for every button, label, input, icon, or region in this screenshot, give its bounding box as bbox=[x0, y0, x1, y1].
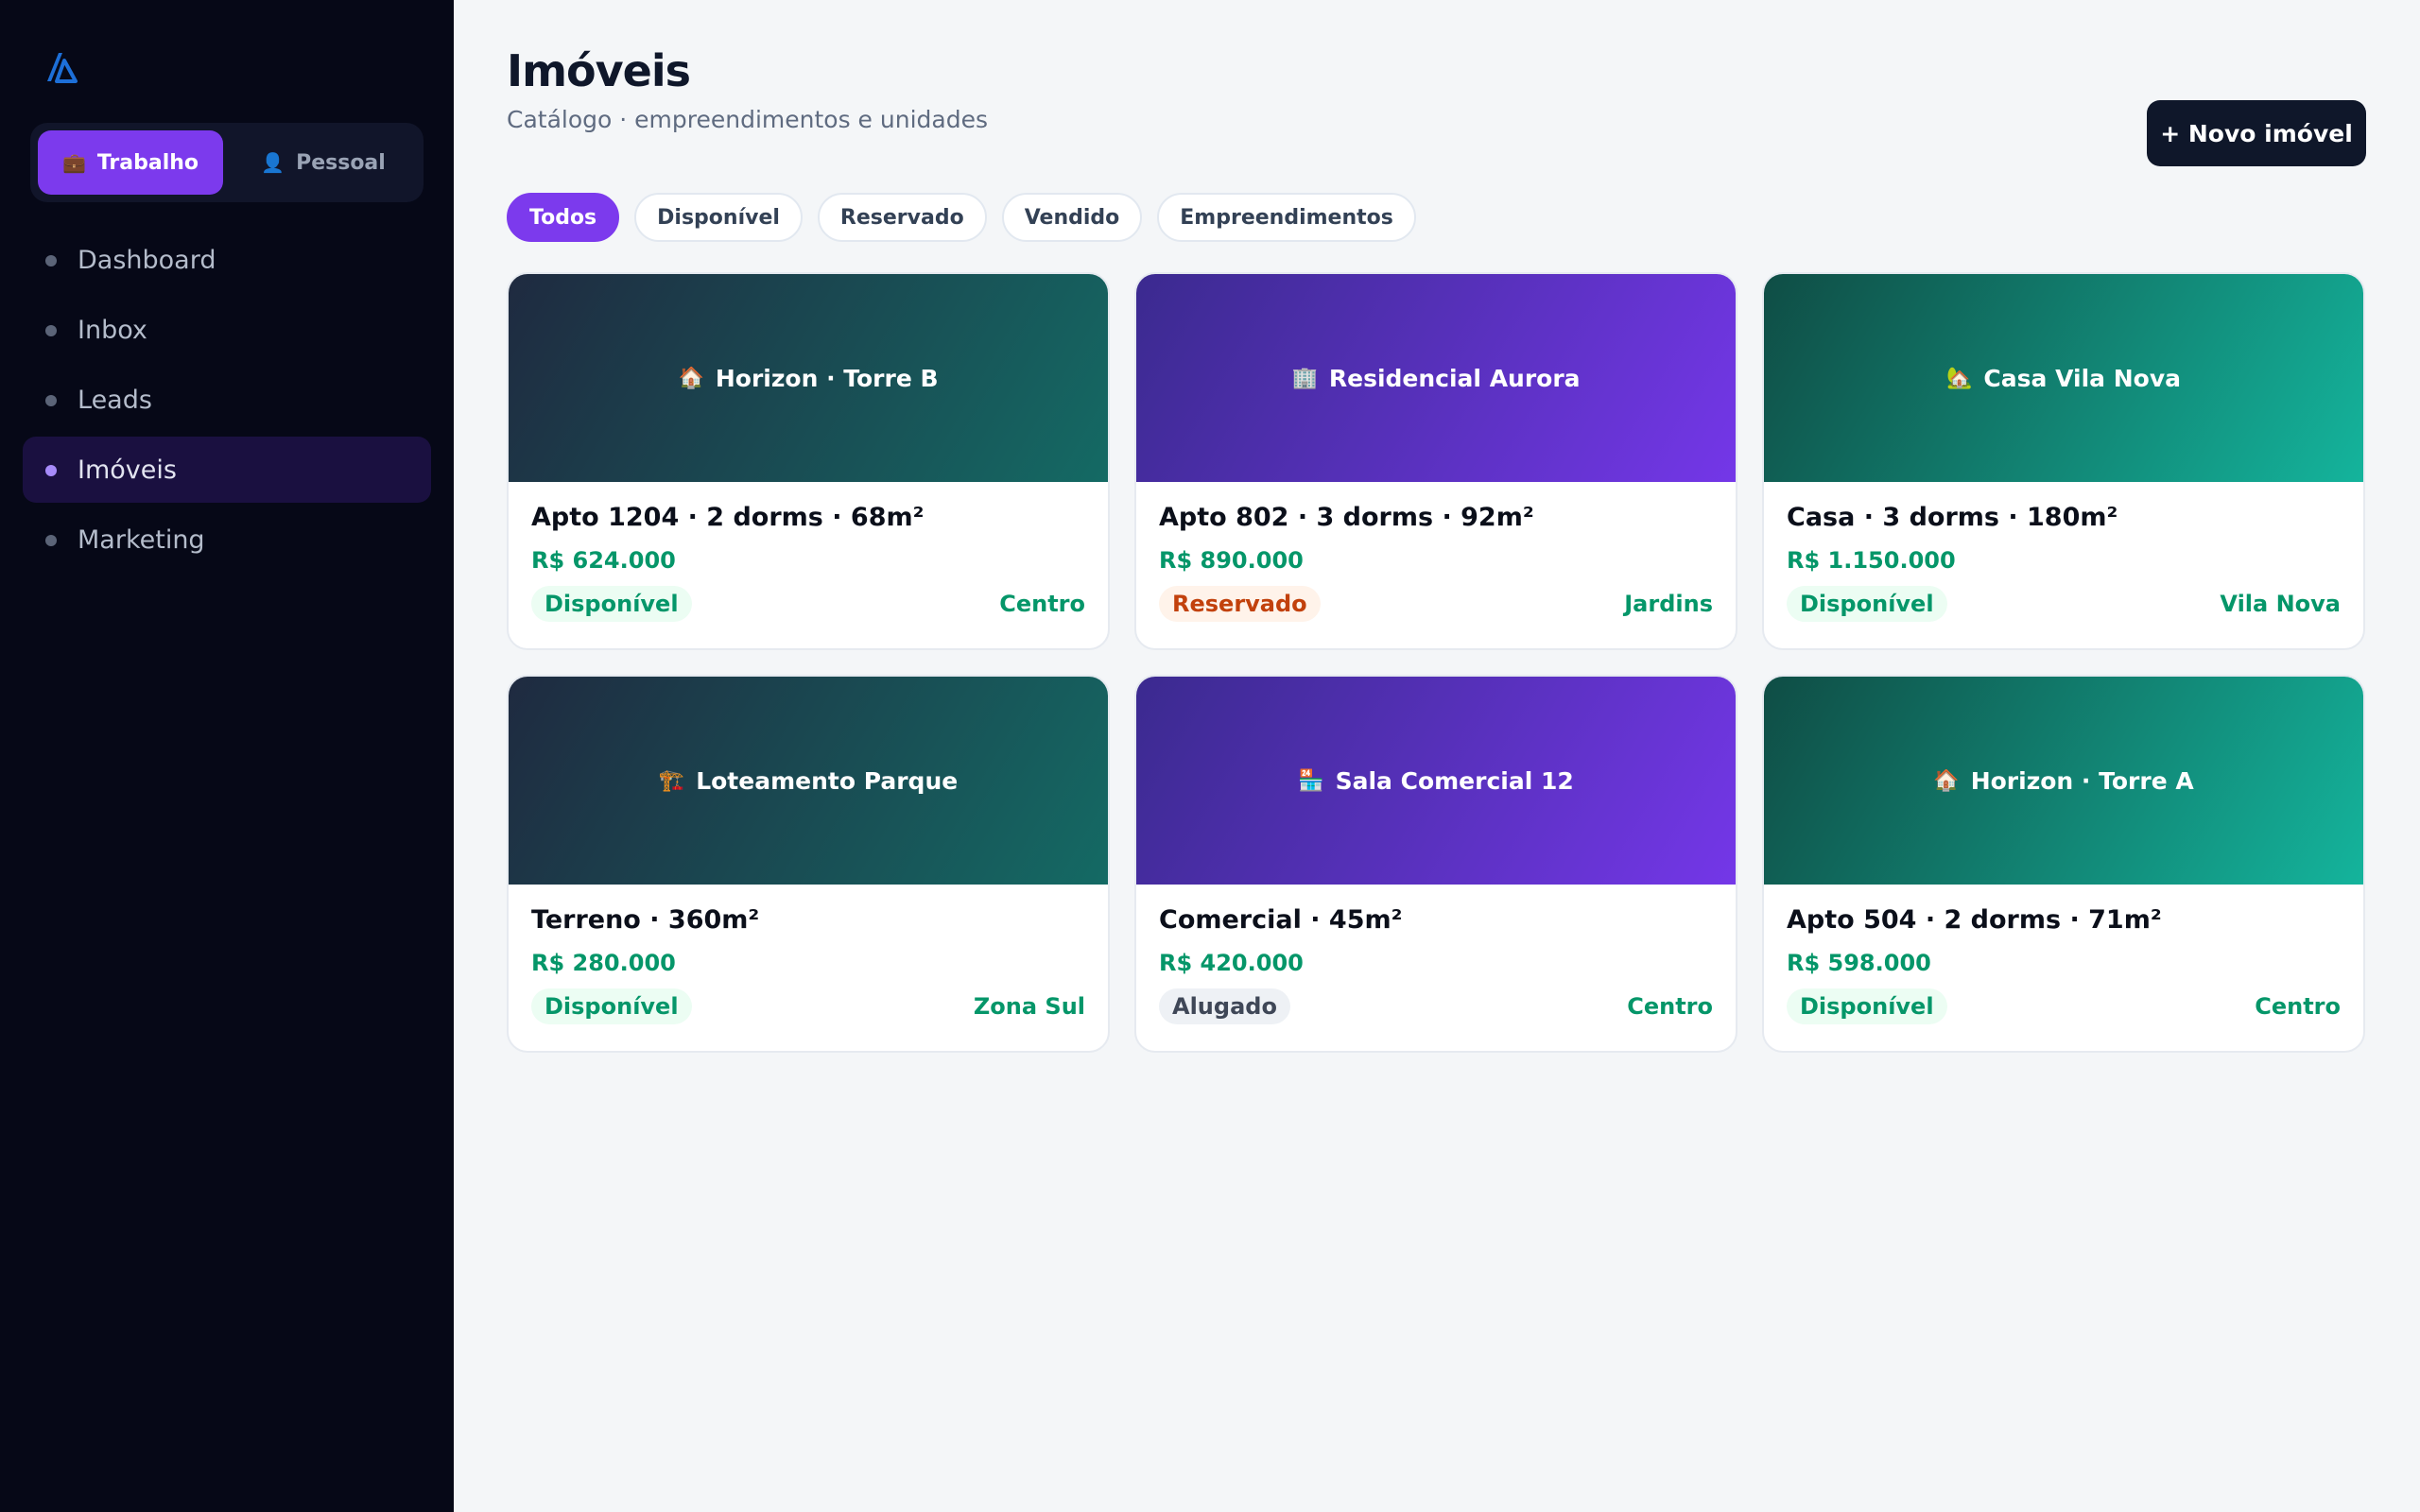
bullet-dot-icon bbox=[45, 465, 57, 476]
card-price: R$ 420.000 bbox=[1159, 950, 1304, 976]
card-hero-title: Horizon · Torre B bbox=[715, 364, 939, 392]
card-price: R$ 1.150.000 bbox=[1787, 547, 1956, 574]
sidebar-item-label: Inbox bbox=[78, 315, 147, 345]
briefcase-icon: 💼 bbox=[61, 151, 86, 174]
property-card[interactable]: 🏢 Residencial Aurora Apto 802 · 3 dorms … bbox=[1134, 272, 1737, 650]
card-price: R$ 280.000 bbox=[531, 950, 676, 976]
card-hero-title: Residencial Aurora bbox=[1328, 364, 1581, 392]
card-price: R$ 890.000 bbox=[1159, 547, 1304, 574]
card-location: Centro bbox=[999, 591, 1085, 617]
page-subtitle: Catálogo · empreendimentos e unidades bbox=[507, 106, 988, 133]
bullet-dot-icon bbox=[45, 395, 57, 406]
card-location: Jardins bbox=[1624, 591, 1713, 617]
card-body: Casa · 3 dorms · 180m² R$ 1.150.000 Disp… bbox=[1764, 482, 2363, 648]
card-body: Comercial · 45m² R$ 420.000 Alugado Cent… bbox=[1136, 885, 1736, 1051]
filter-todos[interactable]: Todos bbox=[507, 193, 620, 242]
status-badge: Reservado bbox=[1159, 586, 1321, 622]
card-hero-title: Horizon · Torre A bbox=[1970, 766, 2194, 795]
card-title: Apto 802 · 3 dorms · 92m² bbox=[1159, 503, 1534, 532]
card-hero: 🏗️ Loteamento Parque bbox=[509, 677, 1108, 885]
sidebar-item-label: Dashboard bbox=[78, 245, 216, 275]
sidebar-item-label: Imóveis bbox=[78, 455, 177, 485]
card-title: Comercial · 45m² bbox=[1159, 905, 1403, 935]
card-hero: 🏡 Casa Vila Nova bbox=[1764, 274, 2363, 482]
status-badge: Disponível bbox=[531, 586, 692, 622]
card-hero: 🏠 Horizon · Torre B bbox=[509, 274, 1108, 482]
status-badge: Disponível bbox=[1787, 586, 1947, 622]
page-title: Imóveis bbox=[507, 45, 691, 96]
context-pessoal-button[interactable]: 👤 Pessoal bbox=[231, 130, 416, 195]
bullet-dot-icon bbox=[45, 535, 57, 546]
status-badge: Alugado bbox=[1159, 988, 1290, 1024]
card-body: Terreno · 360m² R$ 280.000 Disponível Zo… bbox=[509, 885, 1108, 1051]
sidebar-item-label: Leads bbox=[78, 385, 152, 415]
context-pessoal-label: Pessoal bbox=[296, 150, 386, 175]
property-card[interactable]: 🏠 Horizon · Torre B Apto 1204 · 2 dorms … bbox=[507, 272, 1110, 650]
sidebar-item-label: Marketing bbox=[78, 524, 205, 555]
logo-icon[interactable] bbox=[43, 47, 81, 85]
sidebar-item-dashboard[interactable]: Dashboard bbox=[23, 227, 431, 293]
property-card[interactable]: 🏗️ Loteamento Parque Terreno · 360m² R$ … bbox=[507, 675, 1110, 1053]
filter-disponivel[interactable]: Disponível bbox=[634, 193, 803, 242]
user-icon: 👤 bbox=[261, 151, 285, 174]
card-price: R$ 624.000 bbox=[531, 547, 676, 574]
office-building-icon: 🏢 bbox=[1291, 366, 1318, 390]
sidebar: 💼 Trabalho 👤 Pessoal Dashboard Inbox Lea… bbox=[0, 0, 454, 1512]
card-hero-title: Sala Comercial 12 bbox=[1335, 766, 1574, 795]
filter-bar: Todos Disponível Reservado Vendido Empre… bbox=[507, 193, 1416, 242]
context-switch: 💼 Trabalho 👤 Pessoal bbox=[30, 123, 424, 202]
card-hero-title: Loteamento Parque bbox=[696, 766, 959, 795]
property-card[interactable]: 🏪 Sala Comercial 12 Comercial · 45m² R$ … bbox=[1134, 675, 1737, 1053]
card-title: Apto 1204 · 2 dorms · 68m² bbox=[531, 503, 925, 532]
house-icon: 🏠 bbox=[1933, 768, 1960, 793]
bullet-dot-icon bbox=[45, 255, 57, 266]
card-title: Apto 504 · 2 dorms · 71m² bbox=[1787, 905, 2162, 935]
card-hero: 🏠 Horizon · Torre A bbox=[1764, 677, 2363, 885]
status-badge: Disponível bbox=[531, 988, 692, 1024]
card-price: R$ 598.000 bbox=[1787, 950, 1931, 976]
new-property-button[interactable]: + Novo imóvel bbox=[2147, 100, 2366, 166]
card-location: Centro bbox=[2255, 993, 2341, 1020]
context-trabalho-button[interactable]: 💼 Trabalho bbox=[38, 130, 223, 195]
card-title: Casa · 3 dorms · 180m² bbox=[1787, 503, 2118, 532]
bullet-dot-icon bbox=[45, 325, 57, 336]
card-location: Zona Sul bbox=[973, 993, 1085, 1020]
sidebar-item-marketing[interactable]: Marketing bbox=[23, 507, 431, 573]
sidebar-item-imoveis[interactable]: Imóveis bbox=[23, 437, 431, 503]
filter-empreendimentos[interactable]: Empreendimentos bbox=[1157, 193, 1416, 242]
property-card[interactable]: 🏠 Horizon · Torre A Apto 504 · 2 dorms ·… bbox=[1762, 675, 2365, 1053]
sidebar-item-leads[interactable]: Leads bbox=[23, 367, 431, 433]
filter-vendido[interactable]: Vendido bbox=[1001, 193, 1143, 242]
construction-icon: 🏗️ bbox=[658, 768, 685, 793]
card-location: Centro bbox=[1627, 993, 1713, 1020]
card-location: Vila Nova bbox=[2220, 591, 2341, 617]
card-hero: 🏢 Residencial Aurora bbox=[1136, 274, 1736, 482]
property-card[interactable]: 🏡 Casa Vila Nova Casa · 3 dorms · 180m² … bbox=[1762, 272, 2365, 650]
card-title: Terreno · 360m² bbox=[531, 905, 760, 935]
card-body: Apto 1204 · 2 dorms · 68m² R$ 624.000 Di… bbox=[509, 482, 1108, 648]
card-body: Apto 802 · 3 dorms · 92m² R$ 890.000 Res… bbox=[1136, 482, 1736, 648]
card-hero-title: Casa Vila Nova bbox=[1983, 364, 2181, 392]
house-icon: 🏠 bbox=[678, 366, 704, 390]
card-hero: 🏪 Sala Comercial 12 bbox=[1136, 677, 1736, 885]
context-trabalho-label: Trabalho bbox=[96, 150, 199, 175]
sidebar-item-inbox[interactable]: Inbox bbox=[23, 297, 431, 363]
card-body: Apto 504 · 2 dorms · 71m² R$ 598.000 Dis… bbox=[1764, 885, 2363, 1051]
status-badge: Disponível bbox=[1787, 988, 1947, 1024]
sidebar-nav: Dashboard Inbox Leads Imóveis Marketing bbox=[23, 227, 431, 576]
house-garden-icon: 🏡 bbox=[1946, 366, 1973, 390]
shop-icon: 🏪 bbox=[1298, 768, 1324, 793]
filter-reservado[interactable]: Reservado bbox=[817, 193, 987, 242]
